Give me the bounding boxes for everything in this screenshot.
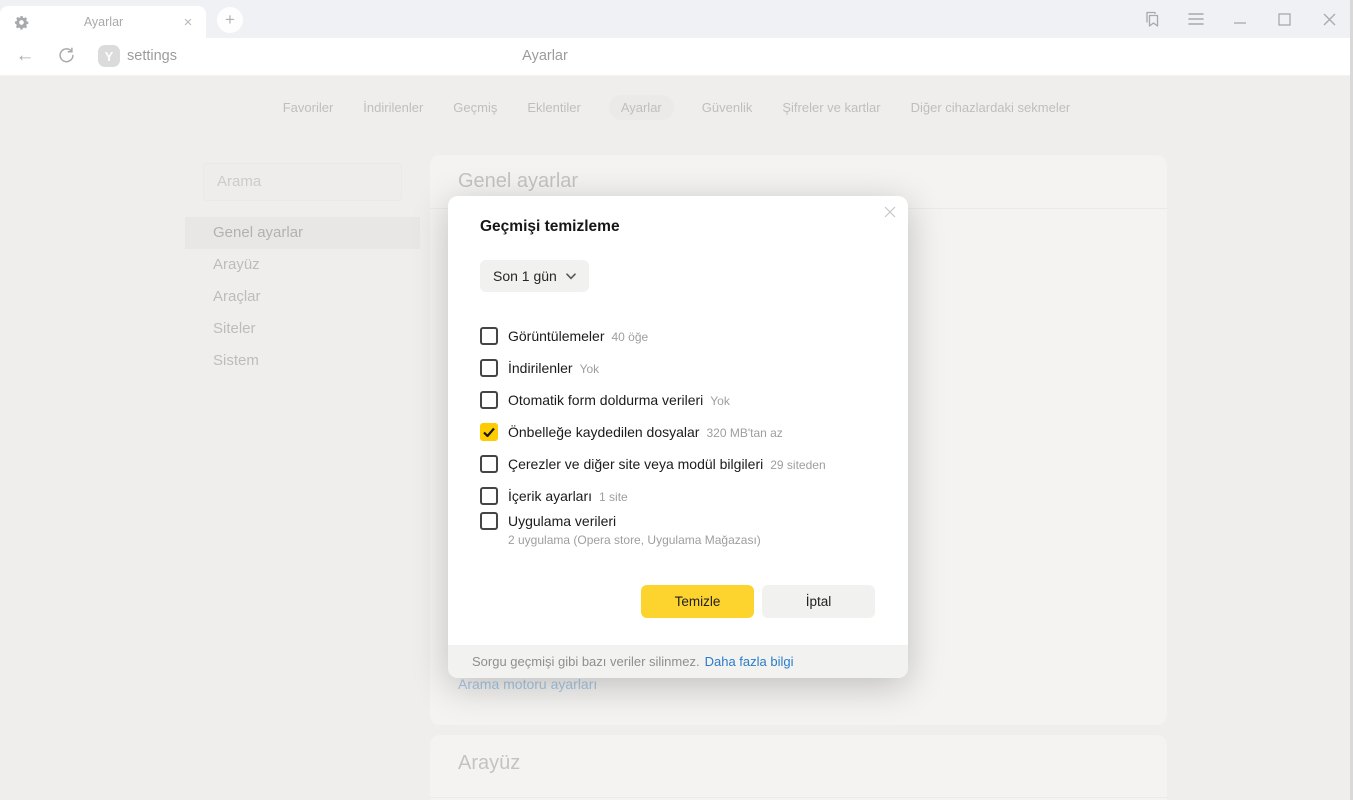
option-sub-detail: 2 uygulama (Opera store, Uygulama Mağaza…	[508, 530, 880, 550]
time-range-dropdown[interactable]: Son 1 gün	[480, 260, 589, 292]
dialog-buttons: Temizle İptal	[641, 585, 875, 618]
option-label[interactable]: Otomatik form doldurma verileri	[508, 392, 703, 408]
checkbox-indirilenler[interactable]	[480, 359, 498, 377]
footer-note: Sorgu geçmişi gibi bazı veriler silinmez…	[472, 654, 700, 669]
list-item: İndirilenler Yok	[480, 352, 880, 384]
option-label[interactable]: Çerezler ve diğer site veya modül bilgil…	[508, 456, 763, 472]
list-item: Otomatik form doldurma verileri Yok	[480, 384, 880, 416]
dialog-title: Geçmişi temizleme	[480, 218, 620, 236]
checkbox-goruntulemeler[interactable]	[480, 327, 498, 345]
time-range-value: Son 1 gün	[493, 268, 557, 284]
option-detail: Yok	[710, 392, 730, 408]
browser-window: Ayarlar × + ← Y	[0, 0, 1353, 800]
checkbox-cerezler[interactable]	[480, 455, 498, 473]
option-detail: 29 siteden	[770, 456, 825, 472]
more-info-link[interactable]: Daha fazla bilgi	[705, 654, 794, 669]
option-detail: 1 site	[599, 488, 628, 504]
list-item: Çerezler ve diğer site veya modül bilgil…	[480, 448, 880, 480]
option-label[interactable]: İndirilenler	[508, 360, 573, 376]
chevron-down-icon	[566, 273, 576, 280]
dialog-close-icon[interactable]	[878, 200, 902, 224]
clear-button[interactable]: Temizle	[641, 585, 754, 618]
dialog-footer: Sorgu geçmişi gibi bazı veriler silinmez…	[448, 645, 908, 678]
cancel-button[interactable]: İptal	[762, 585, 875, 618]
option-detail: 320 MB'tan az	[706, 424, 782, 440]
option-label[interactable]: Önbelleğe kaydedilen dosyalar	[508, 424, 699, 440]
checkbox-onbellek[interactable]	[480, 423, 498, 441]
option-label[interactable]: Uygulama verileri	[508, 513, 616, 529]
checkbox-form-doldurma[interactable]	[480, 391, 498, 409]
list-item: Uygulama verileri 2 uygulama (Opera stor…	[480, 512, 880, 550]
list-item: Önbelleğe kaydedilen dosyalar 320 MB'tan…	[480, 416, 880, 448]
option-detail: 40 öğe	[612, 328, 649, 344]
list-item: İçerik ayarları 1 site	[480, 480, 880, 512]
checkbox-icerik-ayarlari[interactable]	[480, 487, 498, 505]
checkbox-uygulama-verileri[interactable]	[480, 512, 498, 530]
option-detail: Yok	[580, 360, 600, 376]
option-label[interactable]: Görüntülemeler	[508, 328, 605, 344]
option-label[interactable]: İçerik ayarları	[508, 488, 592, 504]
clear-options-list: Görüntülemeler 40 öğe İndirilenler Yok O…	[480, 320, 880, 550]
clear-history-dialog: Geçmişi temizleme Son 1 gün Görüntülemel…	[448, 196, 908, 678]
list-item: Görüntülemeler 40 öğe	[480, 320, 880, 352]
